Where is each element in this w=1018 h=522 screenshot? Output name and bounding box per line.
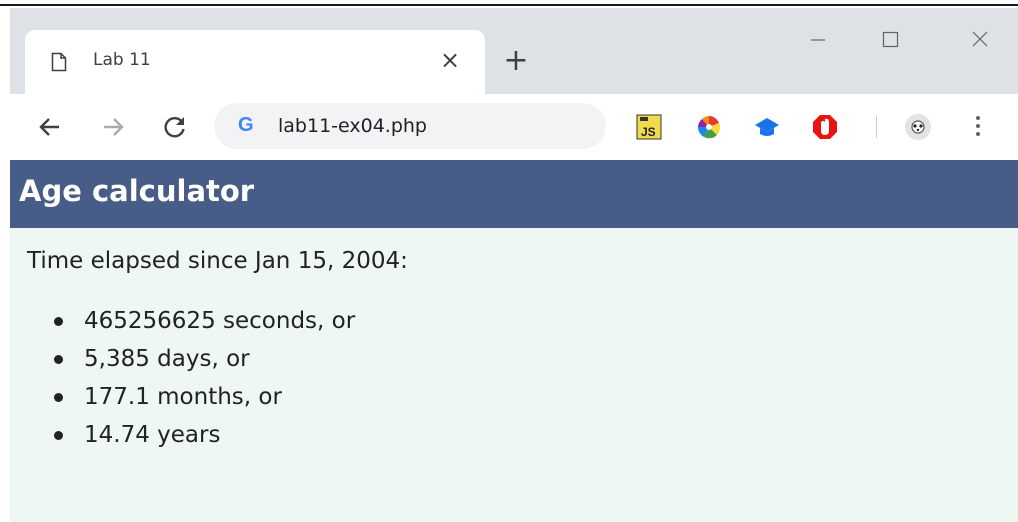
js-extension-icon[interactable]: JS (636, 114, 662, 140)
intro-text: Time elapsed since Jan 15, 2004: (27, 248, 408, 274)
maximize-button[interactable] (867, 30, 913, 60)
minimize-icon (811, 39, 825, 41)
adblock-icon[interactable] (812, 114, 838, 140)
browser-window: Lab 11 × + G lab11-ex04.php JS Age calcu… (10, 8, 1018, 522)
page-title: Age calculator (19, 174, 255, 208)
browser-toolbar: G lab11-ex04.php JS (10, 94, 1018, 160)
browser-tab[interactable]: Lab 11 × (25, 30, 485, 94)
avatar-icon[interactable] (904, 113, 932, 141)
reload-button[interactable] (160, 112, 190, 142)
tab-close-icon[interactable]: × (436, 46, 464, 74)
list-item: 5,385 days, or (50, 340, 355, 378)
screen-top-border (0, 4, 1018, 6)
maximize-icon (882, 31, 899, 48)
color-picker-icon[interactable] (696, 114, 722, 140)
page-header: Age calculator (10, 160, 1018, 228)
tab-title: Lab 11 (93, 50, 151, 70)
google-logo-icon: G (238, 114, 254, 136)
list-item: 465256625 seconds, or (50, 302, 355, 340)
back-button[interactable] (35, 112, 65, 142)
address-bar[interactable]: G lab11-ex04.php (214, 103, 606, 149)
back-arrow-icon (39, 118, 59, 136)
url-text[interactable]: lab11-ex04.php (278, 115, 427, 137)
forward-arrow-icon (104, 118, 124, 136)
forward-button[interactable] (98, 112, 128, 142)
graduation-cap-icon[interactable] (754, 114, 780, 140)
page-document-icon (51, 52, 67, 76)
new-tab-button[interactable]: + (500, 46, 532, 78)
list-item: 177.1 months, or (50, 378, 355, 416)
minimize-button[interactable] (795, 30, 841, 60)
reload-icon (164, 117, 185, 138)
results-list: 465256625 seconds, or 5,385 days, or 177… (50, 302, 355, 454)
svg-text:JS: JS (641, 125, 656, 139)
page-content: Age calculator Time elapsed since Jan 15… (10, 160, 1018, 522)
list-item: 14.74 years (50, 416, 355, 454)
close-window-button[interactable] (957, 30, 1003, 60)
menu-kebab-icon[interactable] (970, 112, 986, 142)
toolbar-separator (876, 116, 877, 138)
close-icon (972, 31, 988, 47)
